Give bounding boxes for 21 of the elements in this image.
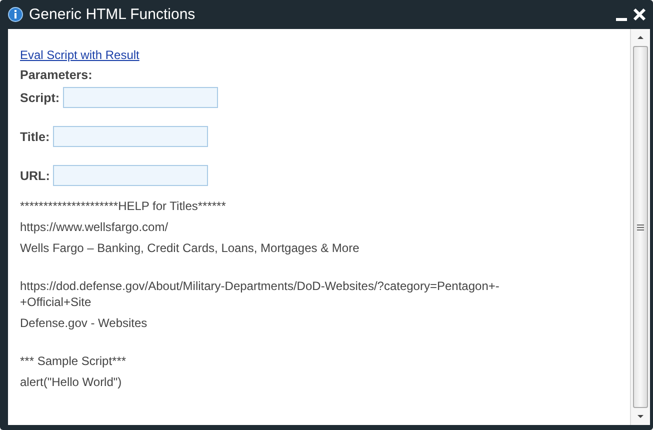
- field-label: Title:: [20, 130, 50, 144]
- field-label: URL:: [20, 168, 50, 182]
- scrollbar[interactable]: [630, 29, 650, 425]
- help-text: https://dod.defense.gov/About/Military-Departments/DoD-Websites/?category=Pentagon+-+Official+Site: [20, 278, 500, 310]
- eval-script-link[interactable]: Eval Script with Result: [20, 47, 140, 63]
- grip-icon: [637, 224, 644, 230]
- window-title: Generic HTML Functions: [29, 6, 196, 23]
- help-text: Wells Fargo – Banking, Credit Cards, Loans, Mortgages & More: [20, 240, 360, 256]
- scroll-thumb[interactable]: [633, 46, 648, 408]
- info-icon: [8, 7, 23, 22]
- close-icon[interactable]: [633, 8, 646, 21]
- input-field[interactable]: [52, 165, 208, 186]
- parameters-heading: Parameters:: [20, 67, 94, 83]
- field-label: Script:: [20, 90, 60, 104]
- help-text: Defense.gov - Websites: [20, 315, 148, 331]
- help-text: *********************HELP for Titles******: [20, 198, 227, 214]
- help-text: *** Sample Script***: [20, 353, 128, 369]
- input-field[interactable]: [62, 87, 218, 108]
- help-text: https://www.wellsfargo.com/: [20, 219, 170, 235]
- input-field[interactable]: [52, 126, 208, 147]
- help-text: alert("Hello World"): [20, 374, 123, 390]
